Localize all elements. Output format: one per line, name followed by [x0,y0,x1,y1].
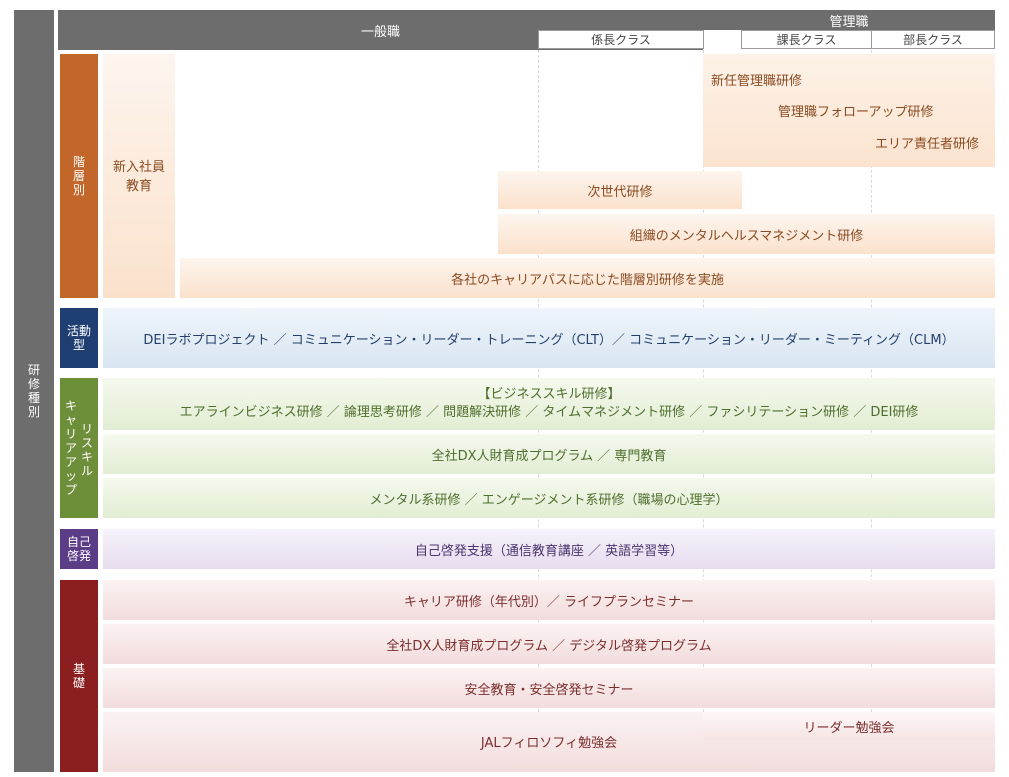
dei-lab-band: DEIラボプロジェクト ／ コミュニケーション・リーダー・トレーニング（CLT）… [103,308,995,368]
category-career: キャリアアップ リスキル [60,378,98,518]
career-path-training-label: 各社のキャリアパスに応じた階層別研修を実施 [451,272,724,288]
header-kakari-label: 係長クラス [591,33,651,47]
header-kakari: 係長クラス [538,30,704,49]
career-seminar-label: キャリア研修（年代別）／ ライフプランセミナー [403,594,695,610]
header-kacho-label: 課長クラス [776,33,837,47]
new-hire-line2: 教育 [125,179,152,194]
business-skill-title: 【ビジネススキル研修】 [477,387,621,402]
dx-digital-band: 全社DX人財育成プログラム ／ デジタル啓発プログラム [103,624,995,664]
category-katsudou-label: 活動型 [66,324,91,352]
category-kiso-label: 基礎 [72,662,85,690]
category-jiko-label: 自己啓発 [66,535,91,563]
safety-education-band: 安全教育・安全啓発セミナー [103,668,995,708]
next-gen-training-label: 次世代研修 [587,184,653,200]
training-type-label: 研修種別 [27,363,40,419]
dx-digital-label: 全社DX人財育成プログラム ／ デジタル啓発プログラム [386,638,712,654]
mental-engagement-band: メンタル系研修 ／ エンゲージメント系研修（職場の心理学） [103,478,995,518]
header-kacho: 課長クラス [741,30,872,49]
dx-program-label: 全社DX人財育成プログラム ／ 専門教育 [431,448,667,464]
category-kaisou: 階層別 [60,54,98,298]
mental-health-training: 組織のメンタルヘルスマネジメント研修 [498,214,995,254]
new-hire-education: 新入社員 教育 [103,54,175,298]
header-bucho: 部長クラス [871,30,995,49]
career-path-training: 各社のキャリアパスに応じた階層別研修を実施 [180,258,995,298]
next-gen-training: 次世代研修 [498,171,742,209]
header-management: 管理職 [703,10,995,30]
category-kiso: 基礎 [60,580,98,772]
business-skill-items: エアラインビジネス研修 ／ 論理思考研修 ／ 問題解決研修 ／ タイムマネジメン… [179,405,919,420]
header-management-label: 管理職 [829,14,869,30]
mental-health-training-label: 組織のメンタルヘルスマネジメント研修 [629,228,864,244]
header-bucho-label: 部長クラス [903,33,963,47]
philosophy-label: JALフィロソフィ勉強会 [480,736,618,751]
career-seminar-band: キャリア研修（年代別）／ ライフプランセミナー [103,580,995,620]
mental-engagement-label: メンタル系研修 ／ エンゲージメント系研修（職場の心理学） [369,492,729,508]
new-manager-training: 新任管理職研修 [711,74,803,89]
safety-education-label: 安全教育・安全啓発セミナー [464,682,634,698]
self-development-label: 自己啓発支援（通信教育講座 ／ 英語学習等） [414,543,684,559]
category-kaisou-label: 階層別 [72,155,85,197]
dx-program-band: 全社DX人財育成プログラム ／ 専門教育 [103,434,995,474]
new-hire-line1: 新入社員 [112,160,165,175]
category-jiko: 自己啓発 [60,529,98,569]
area-lead-training: エリア責任者研修 [875,137,980,152]
business-skill-band: 【ビジネススキル研修】 エアラインビジネス研修 ／ 論理思考研修 ／ 問題解決研… [103,378,995,430]
category-career-label-a: キャリアアップ [64,399,77,497]
dei-lab-label: DEIラボプロジェクト ／ コミュニケーション・リーダー・トレーニング（CLT）… [143,332,955,348]
category-katsudou: 活動型 [60,308,98,368]
manager-followup-training: 管理職フォローアップ研修 [778,105,934,120]
header-general-label: 一般職 [360,24,400,40]
category-career-label-b: リスキル [80,422,93,478]
self-development-band: 自己啓発支援（通信教育講座 ／ 英語学習等） [103,529,995,569]
training-type-label-bar: 研修種別 [14,10,54,772]
